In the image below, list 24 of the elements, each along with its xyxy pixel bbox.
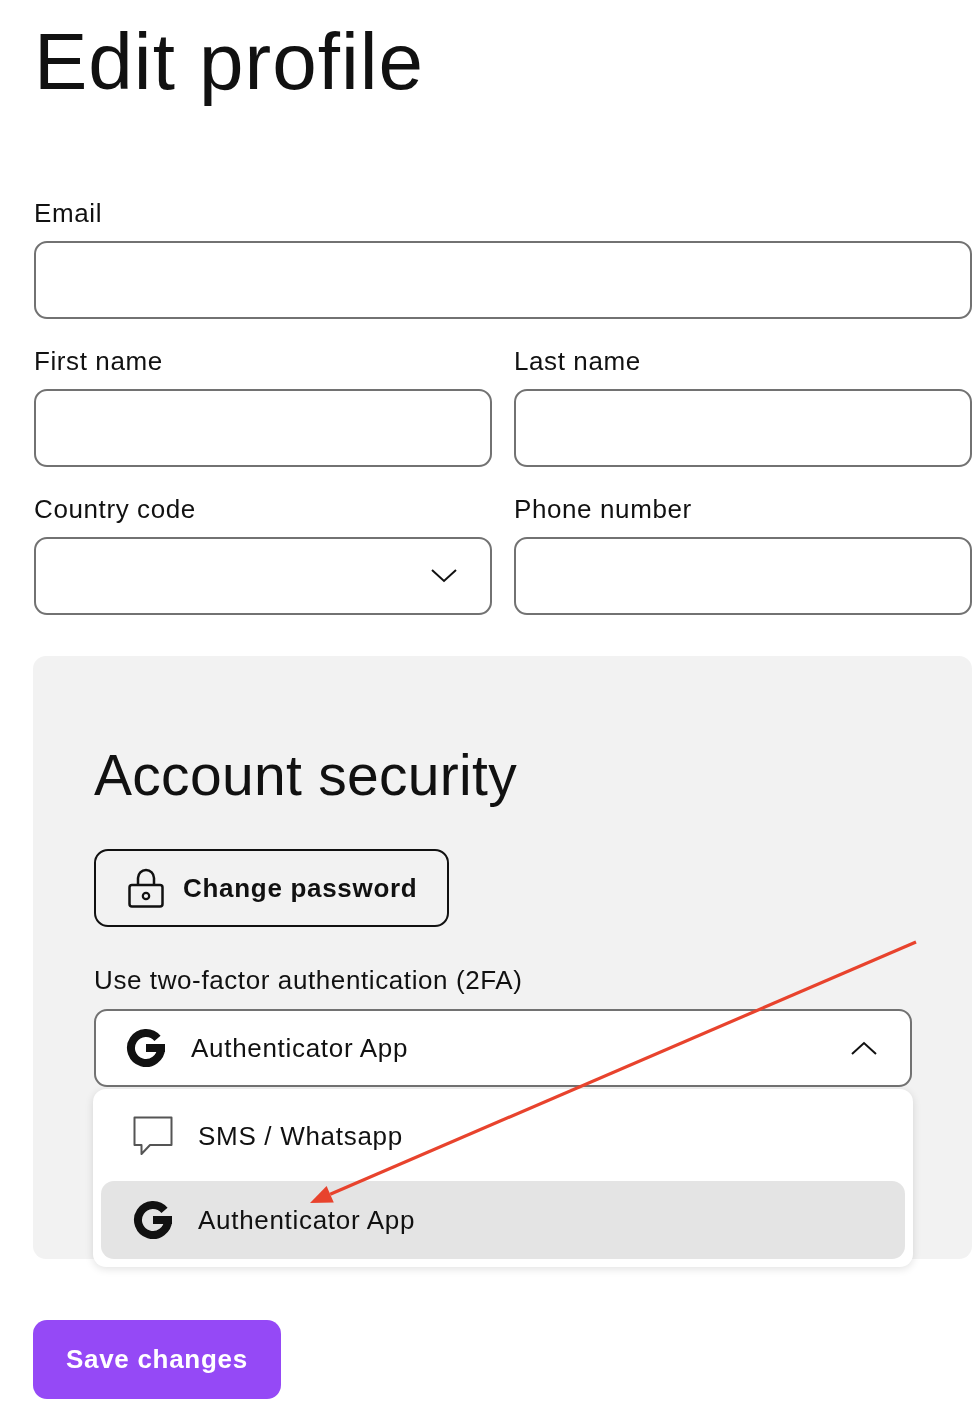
lock-icon — [128, 868, 164, 908]
dropdown-option[interactable]: Authenticator App — [101, 1181, 905, 1259]
input-field[interactable] — [514, 537, 972, 615]
dropdown-field[interactable] — [34, 537, 492, 615]
dropdown-option[interactable]: SMS / Whatsapp — [101, 1097, 905, 1175]
input-field[interactable] — [34, 241, 972, 319]
field-label: Phone number — [514, 494, 692, 524]
g-letter-icon — [133, 1200, 173, 1240]
field-label: First name — [34, 346, 163, 376]
two-factor-select[interactable]: Authenticator App — [94, 1009, 912, 1087]
field-label: Country code — [34, 494, 196, 524]
speech-bubble-icon — [133, 1116, 173, 1156]
input-field[interactable] — [34, 389, 492, 467]
field-label: Last name — [514, 346, 641, 376]
page-title: Edit profile — [34, 16, 425, 108]
input-field[interactable] — [514, 389, 972, 467]
section-heading: Account security — [94, 742, 517, 809]
chevron-down-icon — [431, 569, 457, 583]
chevron-up-icon — [851, 1041, 877, 1055]
change-password-button[interactable]: Change password — [94, 849, 450, 927]
save-button[interactable]: Save changes — [33, 1320, 281, 1399]
g-letter-icon — [126, 1028, 166, 1068]
field-label: Email — [34, 198, 102, 228]
field-label: Use two-factor authentication (2FA) — [94, 965, 523, 995]
